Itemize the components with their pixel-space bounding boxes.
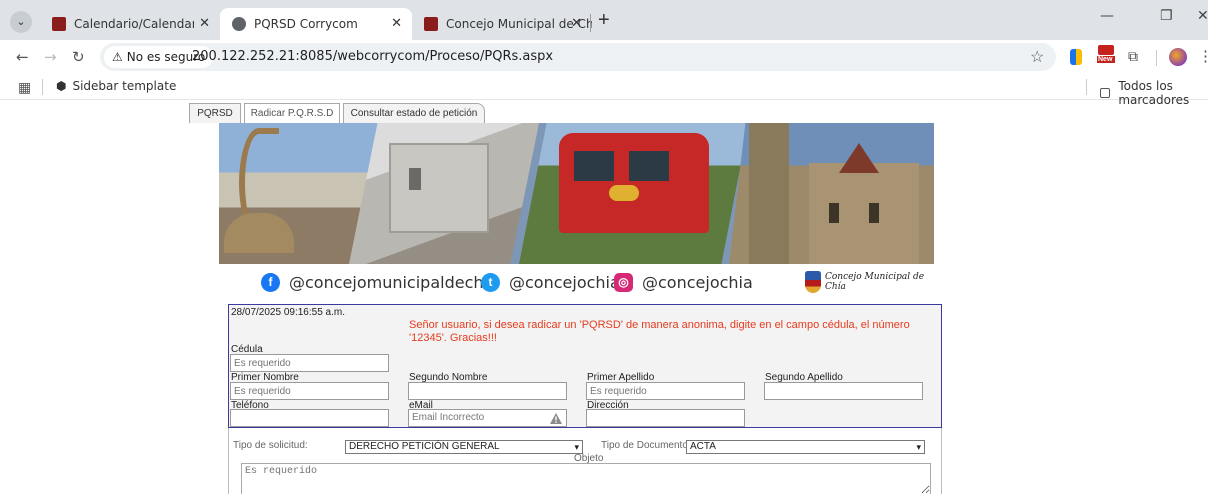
twitter-link[interactable]: t @concejochia xyxy=(481,273,620,292)
chevron-down-icon: ▾ xyxy=(574,442,579,452)
more-menu-icon[interactable]: ⋮ xyxy=(1198,47,1208,65)
apps-grid-icon[interactable]: ▦ xyxy=(18,79,31,96)
tipo-documento-select[interactable]: ACTA ▾ xyxy=(686,440,925,454)
email-value: Email Incorrecto xyxy=(412,412,485,423)
globe-favicon-icon xyxy=(232,17,246,31)
new-extension-icon[interactable]: New xyxy=(1097,45,1115,67)
profile-avatar[interactable] xyxy=(1169,48,1187,66)
bookmark-star-icon[interactable]: ☆ xyxy=(1030,47,1044,67)
segundo-apellido-input[interactable] xyxy=(764,382,923,400)
objeto-textarea[interactable] xyxy=(241,463,931,494)
restore-icon[interactable]: ❐ xyxy=(1160,8,1173,24)
bookmark-label: Sidebar template xyxy=(72,79,177,93)
concejo-favicon-icon xyxy=(52,17,66,31)
new-tab-button[interactable]: + xyxy=(598,9,610,32)
codepen-icon: ⬢ xyxy=(56,79,67,93)
concejo-favicon-icon xyxy=(424,17,438,31)
instagram-icon: ◎ xyxy=(614,273,633,292)
datetime-stamp: 28/07/2025 09:16:55 a.m. xyxy=(231,307,345,318)
banner-library-image xyxy=(349,123,539,264)
tab-divider xyxy=(590,14,591,32)
request-section: Tipo de solicitud: DERECHO PETICIÓN GENE… xyxy=(228,428,942,494)
facebook-handle: @concejomunicipaldechia xyxy=(289,273,498,292)
back-arrow-icon[interactable]: ← xyxy=(16,48,29,66)
facebook-icon: f xyxy=(261,273,280,292)
anonymous-notice: Señor usuario, si desea radicar un 'PQRS… xyxy=(409,319,910,344)
minimize-icon[interactable]: — xyxy=(1100,8,1114,24)
reload-icon[interactable]: ↻ xyxy=(72,48,85,66)
url-text[interactable]: 200.122.252.21:8085/webcorrycom/Proceso/… xyxy=(192,49,553,64)
logo-text: Concejo Municipal de Chía xyxy=(824,272,925,292)
toolbar-divider xyxy=(1156,50,1157,66)
bookmarks-bar: ▦ ⬢ Sidebar template Todos los marcadore… xyxy=(0,74,1208,107)
tipo-solicitud-label: Tipo de solicitud: xyxy=(233,440,308,451)
extension-badge: New xyxy=(1097,56,1115,63)
browser-tabstrip: ⌄ Calendario/Calendario de Sesio ✕ PQRSD… xyxy=(0,0,1208,40)
browser-toolbar: ← → ↻ ⚠ No es seguro 200.122.252.21:8085… xyxy=(0,40,1208,74)
twitter-icon: t xyxy=(481,273,500,292)
email-input[interactable]: Email Incorrecto xyxy=(408,409,567,427)
close-icon[interactable]: ✕ xyxy=(571,16,582,31)
facebook-link[interactable]: f @concejomunicipaldechia xyxy=(261,273,498,292)
banner-train-image xyxy=(519,123,749,264)
browser-tab-pqrsd[interactable]: PQRSD Corrycom ✕ xyxy=(220,8,412,40)
tab-title: Concejo Municipal de Chía xyxy=(446,17,592,31)
pqrsd-form: 28/07/2025 09:16:55 a.m. Señor usuario, … xyxy=(228,304,942,428)
chevron-down-icon: ▾ xyxy=(916,442,921,452)
tab-radicar[interactable]: Radicar P.Q.R.S.D xyxy=(244,103,340,123)
primer-apellido-input[interactable] xyxy=(586,382,745,400)
tab-title: Calendario/Calendario de Sesio xyxy=(74,17,194,31)
tab-search-chevron-icon[interactable]: ⌄ xyxy=(10,11,32,33)
coat-of-arms-icon xyxy=(805,271,821,293)
browser-tab-calendario[interactable]: Calendario/Calendario de Sesio ✕ xyxy=(40,8,220,40)
tab-consultar-estado[interactable]: Consultar estado de petición xyxy=(343,103,485,123)
tipo-solicitud-select[interactable]: DERECHO PETICIÓN GENERAL ▾ xyxy=(345,440,583,454)
tipo-documento-value: ACTA xyxy=(690,441,716,452)
banner-castle-image xyxy=(729,123,934,264)
folder-label: Todos los marcadores xyxy=(1118,79,1190,107)
warning-icon xyxy=(550,413,562,424)
segundo-nombre-input[interactable] xyxy=(408,382,567,400)
window-close-icon[interactable]: ✕ xyxy=(1197,8,1208,24)
close-icon[interactable]: ✕ xyxy=(391,16,402,31)
cedula-input[interactable] xyxy=(230,354,389,372)
concejo-logo: Concejo Municipal de Chía xyxy=(805,271,934,293)
instagram-link[interactable]: ◎ @concejochia xyxy=(614,273,753,292)
tab-title: PQRSD Corrycom xyxy=(254,17,358,31)
tipo-solicitud-value: DERECHO PETICIÓN GENERAL xyxy=(349,441,500,452)
extension-icon[interactable] xyxy=(1070,49,1082,65)
direccion-input[interactable] xyxy=(586,409,745,427)
bookmarks-divider xyxy=(1086,79,1087,95)
close-icon[interactable]: ✕ xyxy=(199,16,210,31)
bookmark-sidebar-template[interactable]: ⬢ Sidebar template xyxy=(56,79,176,93)
warning-triangle-icon: ⚠ xyxy=(112,50,123,64)
header-banner xyxy=(219,123,934,264)
extensions-puzzle-icon[interactable]: ⧉ xyxy=(1128,48,1138,65)
all-bookmarks-folder[interactable]: Todos los marcadores xyxy=(1100,79,1208,107)
forward-arrow-icon[interactable]: → xyxy=(44,48,57,66)
folder-icon xyxy=(1100,88,1111,98)
browser-tab-concejo[interactable]: Concejo Municipal de Chía ✕ xyxy=(412,8,592,40)
social-bar: f @concejomunicipaldechia t @concejochia… xyxy=(219,268,934,300)
twitter-handle: @concejochia xyxy=(509,273,620,292)
telefono-input[interactable] xyxy=(230,409,389,427)
tipo-documento-label: Tipo de Documento: xyxy=(601,440,691,451)
tab-pqrsd[interactable]: PQRSD xyxy=(189,103,241,123)
instagram-handle: @concejochia xyxy=(642,273,753,292)
bookmarks-divider xyxy=(42,79,43,95)
primer-nombre-input[interactable] xyxy=(230,382,389,400)
